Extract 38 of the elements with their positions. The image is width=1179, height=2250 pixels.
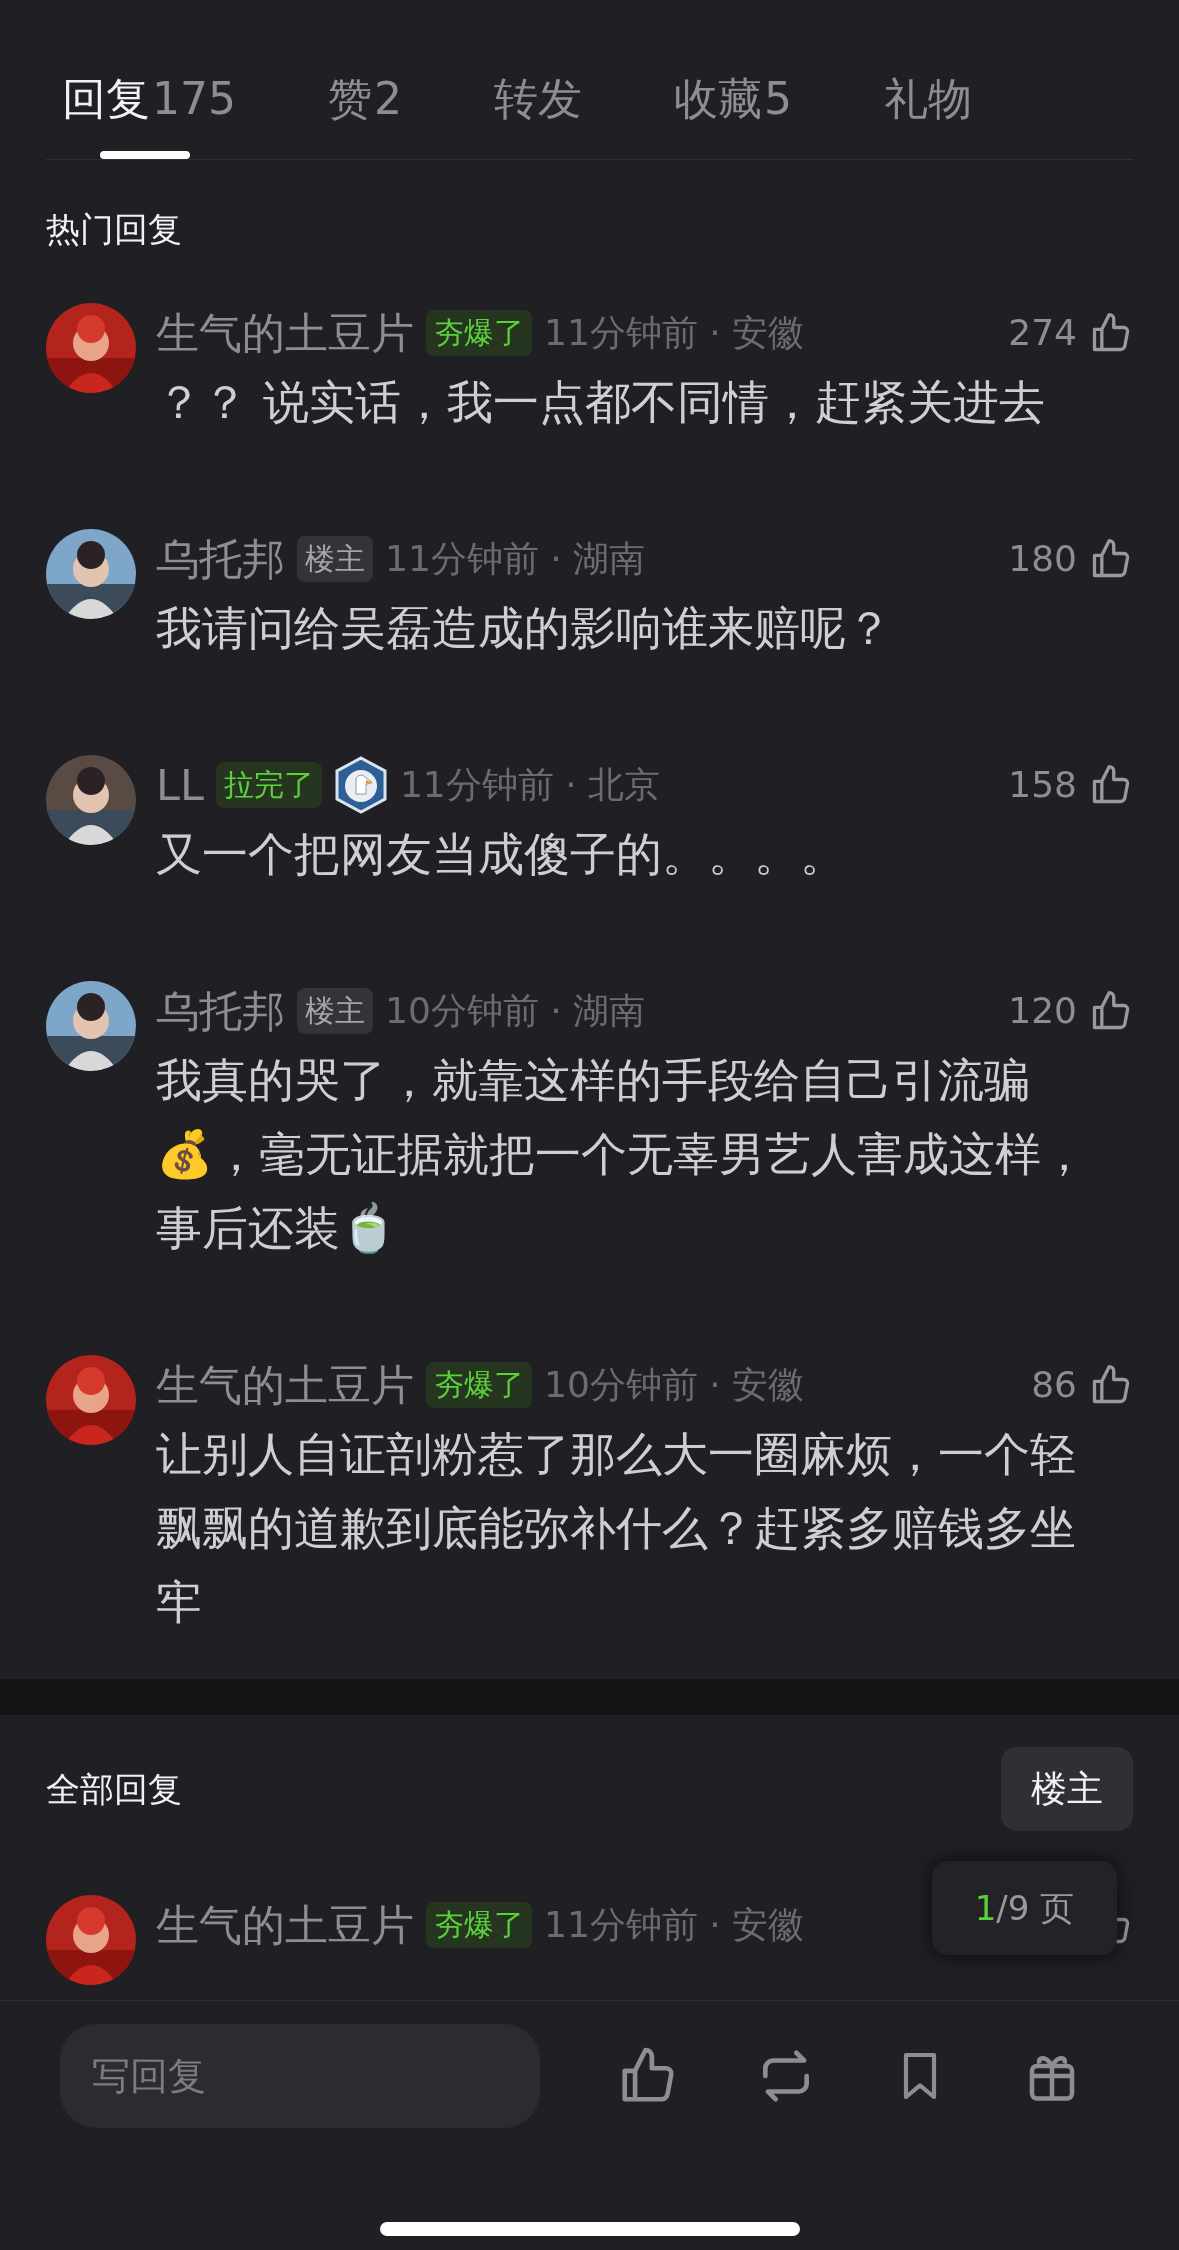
comment-meta: 11分钟前 · 安徽 <box>544 1903 805 1947</box>
like-count: 86 <box>1031 1363 1077 1407</box>
user-tag: 楼主 <box>297 988 373 1034</box>
section-title: 全部回复 <box>46 1767 182 1811</box>
comment-text: 让别人自证剖粉惹了那么大一圈麻烦，一个轻飘飘的道歉到底能弥补什么？赶紧多赔钱多坐牢 <box>156 1426 1077 1631</box>
user-name[interactable]: 乌托邦 <box>156 978 285 1044</box>
user-tag: 拉完了 <box>215 762 322 808</box>
user-name[interactable]: 生气的土豆片 <box>156 300 414 366</box>
comment-text: 我真的哭了，就靠这样的手段给自己引流骗💰，毫无证据就把一个无辜男艺人害成这样，事后还装🍵 <box>156 1052 1088 1257</box>
comment-meta: 10分钟前 · 湖南 <box>385 989 646 1033</box>
comment-meta: 11分钟前 · 北京 <box>399 763 661 807</box>
like-count: 180 <box>1008 537 1077 581</box>
user-name[interactable]: LL <box>156 752 204 818</box>
tab[interactable]: 收藏5 <box>674 66 792 159</box>
user-tag: 夯爆了 <box>426 1902 532 1948</box>
comment-text: 又一个把网友当成傻子的。。。。 <box>156 826 847 883</box>
page-number-toast: 1/9 页 <box>932 1861 1117 1955</box>
user-tag: 楼主 <box>297 536 373 582</box>
user-tag: 夯爆了 <box>426 1362 532 1408</box>
user-tag: 夯爆了 <box>426 310 532 356</box>
comment-text: 我请问给吴磊造成的影响谁来赔呢？ <box>156 600 893 657</box>
comment-meta: 11分钟前 · 湖南 <box>385 537 646 581</box>
user-name[interactable]: 乌托邦 <box>156 526 285 592</box>
user-name[interactable]: 生气的土豆片 <box>156 1892 414 1958</box>
user-name[interactable]: 生气的土豆片 <box>156 1352 414 1418</box>
like-count: 120 <box>1008 989 1077 1033</box>
like-count: 158 <box>1008 763 1077 807</box>
like-count: 274 <box>1008 311 1077 355</box>
filter-button[interactable]: 楼主 <box>1001 1747 1133 1831</box>
tab[interactable]: 赞2 <box>328 66 402 159</box>
section-title: 热门回复 <box>46 209 182 249</box>
comment-text: ？？ 说实话，我一点都不同情，赶紧关进去 <box>156 374 1046 431</box>
comment-meta: 10分钟前 · 安徽 <box>544 1363 805 1407</box>
comment-meta: 11分钟前 · 安徽 <box>544 311 805 355</box>
tab[interactable]: 回复175 <box>62 66 236 159</box>
tab[interactable]: 转发 <box>494 66 582 159</box>
tab[interactable]: 礼物 <box>884 66 972 159</box>
reply-field[interactable]: 写回复 <box>60 2024 540 2128</box>
